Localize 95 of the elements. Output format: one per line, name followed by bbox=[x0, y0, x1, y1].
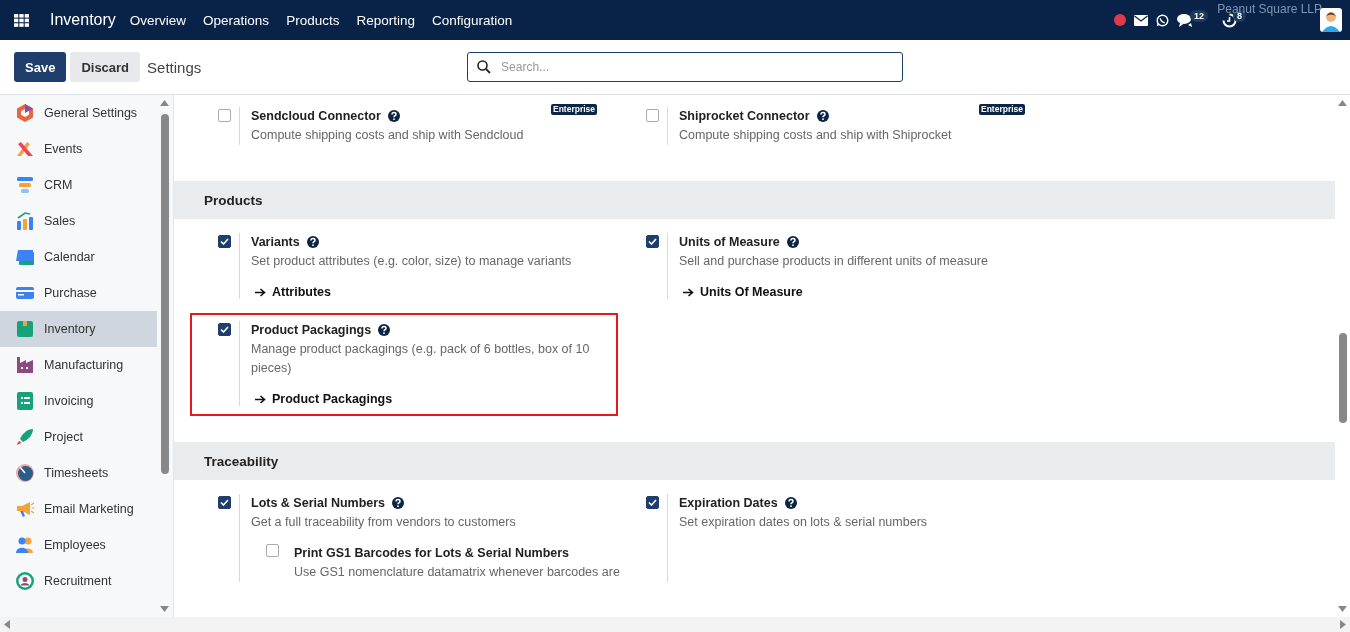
sidebar-item[interactable]: Project bbox=[0, 419, 157, 455]
section-title: Products bbox=[204, 192, 263, 208]
save-button[interactable]: Save bbox=[14, 52, 67, 82]
scroll-right-icon[interactable] bbox=[1340, 620, 1346, 629]
setting-description: Use GS1 nomenclature datamatrix whenever barcodes are bbox=[294, 564, 620, 581]
sidebar-item[interactable]: Email Marketing bbox=[0, 491, 157, 527]
scroll-up-icon[interactable] bbox=[1338, 100, 1347, 106]
search-field[interactable]: Search... bbox=[467, 52, 904, 82]
calendar-icon bbox=[15, 247, 35, 267]
sidebar-item[interactable]: Manufacturing bbox=[0, 347, 157, 383]
sidebar-item[interactable]: General Settings bbox=[0, 95, 157, 131]
clock-icon[interactable] bbox=[1222, 12, 1237, 28]
message-count: 12 bbox=[1189, 10, 1208, 22]
setting-link[interactable]: Units Of Measure bbox=[683, 285, 803, 299]
setting-description: Set product attributes (e.g. color, size) to manage variants bbox=[251, 253, 573, 270]
rocket-icon bbox=[15, 427, 35, 447]
scroll-up-icon[interactable] bbox=[160, 100, 169, 106]
sidebar-item[interactable]: Employees bbox=[0, 527, 157, 563]
setting-title: Expiration Dates bbox=[679, 496, 778, 510]
hexagon-icon bbox=[15, 103, 35, 123]
sidebar-item[interactable]: Purchase bbox=[0, 275, 157, 311]
help-icon[interactable] bbox=[306, 236, 319, 248]
help-icon[interactable] bbox=[392, 497, 405, 509]
whatsapp-icon[interactable] bbox=[1155, 13, 1169, 27]
scrollbar-thumb[interactable] bbox=[160, 114, 169, 474]
sidebar-item[interactable]: Recruitment bbox=[0, 563, 157, 599]
box-icon bbox=[15, 319, 35, 339]
setting-description: Manage product packagings (e.g. pack of 6 bottles, box of 10 pieces) bbox=[251, 341, 591, 377]
arrow-icon bbox=[255, 394, 266, 404]
enterprise-badge: Enterprise bbox=[551, 104, 598, 115]
envelope-icon[interactable] bbox=[1133, 14, 1148, 26]
setting-title: Variants bbox=[251, 235, 300, 249]
sidebar-item[interactable]: Calendar bbox=[0, 239, 157, 275]
checkbox[interactable] bbox=[646, 235, 659, 248]
arrow-icon bbox=[255, 287, 266, 297]
breadcrumb: Settings bbox=[147, 58, 203, 76]
help-icon[interactable] bbox=[816, 110, 829, 122]
app-name[interactable]: Inventory bbox=[50, 11, 116, 29]
cross-icon bbox=[15, 139, 35, 159]
checkbox[interactable] bbox=[218, 323, 231, 336]
status-dot-icon[interactable] bbox=[1113, 14, 1126, 26]
help-icon[interactable] bbox=[387, 110, 400, 122]
checkbox[interactable] bbox=[646, 109, 659, 122]
setting-title: Shiprocket Connector bbox=[679, 109, 810, 123]
setting-description: Compute shipping costs and ship with Sendcloud bbox=[251, 127, 525, 144]
menu-item[interactable]: Reporting bbox=[356, 12, 415, 28]
help-icon[interactable] bbox=[378, 324, 391, 336]
setting-link[interactable]: Attributes bbox=[255, 285, 332, 299]
discard-button[interactable]: Discard bbox=[70, 52, 141, 82]
scrollbar-thumb[interactable] bbox=[1338, 333, 1347, 423]
setting-description: Compute shipping costs and ship with Shiprocket bbox=[679, 127, 953, 144]
megaphone-icon bbox=[15, 499, 35, 519]
menu-item[interactable]: Overview bbox=[129, 12, 187, 28]
sidebar-item[interactable]: Timesheets bbox=[0, 455, 157, 491]
sidebar-item[interactable]: Invoicing bbox=[0, 383, 157, 419]
sidebar-item[interactable]: Sales bbox=[0, 203, 157, 239]
bar-chart-icon bbox=[15, 211, 35, 231]
scroll-down-icon[interactable] bbox=[1338, 606, 1347, 612]
factory-icon bbox=[15, 355, 35, 375]
person-icon bbox=[15, 571, 35, 591]
checkbox[interactable] bbox=[218, 109, 231, 122]
gauge-icon bbox=[15, 463, 35, 483]
menu-item[interactable]: Configuration bbox=[431, 12, 513, 28]
checkbox[interactable] bbox=[218, 496, 231, 509]
section-title: Traceability bbox=[204, 453, 279, 469]
setting-description: Set expiration dates on lots & serial numbers bbox=[679, 514, 929, 531]
search-icon bbox=[477, 60, 492, 74]
scroll-left-icon[interactable] bbox=[4, 620, 10, 629]
checkbox[interactable] bbox=[646, 496, 659, 509]
list-icon bbox=[15, 391, 35, 411]
checkbox[interactable] bbox=[266, 544, 279, 557]
setting-title: Product Packagings bbox=[251, 323, 372, 337]
sidebar-item[interactable]: CRM bbox=[0, 167, 157, 203]
help-icon[interactable] bbox=[784, 497, 797, 509]
checkbox[interactable] bbox=[218, 235, 231, 248]
setting-title: Print GS1 Barcodes for Lots & Serial Numbers bbox=[294, 546, 570, 560]
setting-description: Get a full traceability from vendors to customers bbox=[251, 514, 517, 531]
setting-description: Sell and purchase products in different units of measure bbox=[679, 253, 989, 270]
menu-item[interactable]: Operations bbox=[203, 12, 270, 28]
funnel-icon bbox=[15, 175, 35, 195]
sidebar-item[interactable]: Inventory bbox=[0, 311, 157, 347]
arrow-icon bbox=[683, 287, 694, 297]
apps-grid-icon[interactable] bbox=[14, 13, 29, 27]
avatar-icon[interactable] bbox=[1320, 8, 1342, 32]
help-icon[interactable] bbox=[786, 236, 799, 248]
setting-title: Sendcloud Connector bbox=[251, 109, 381, 123]
enterprise-badge: Enterprise bbox=[979, 104, 1026, 115]
setting-title: Units of Measure bbox=[679, 235, 780, 249]
setting-link[interactable]: Product Packagings bbox=[255, 392, 393, 406]
menu-item[interactable]: Products bbox=[286, 12, 340, 28]
setting-title: Lots & Serial Numbers bbox=[251, 496, 386, 510]
chat-icon[interactable] bbox=[1176, 12, 1194, 28]
sidebar-item[interactable]: Events bbox=[0, 131, 157, 167]
people-icon bbox=[15, 535, 35, 555]
scroll-down-icon[interactable] bbox=[160, 606, 169, 612]
